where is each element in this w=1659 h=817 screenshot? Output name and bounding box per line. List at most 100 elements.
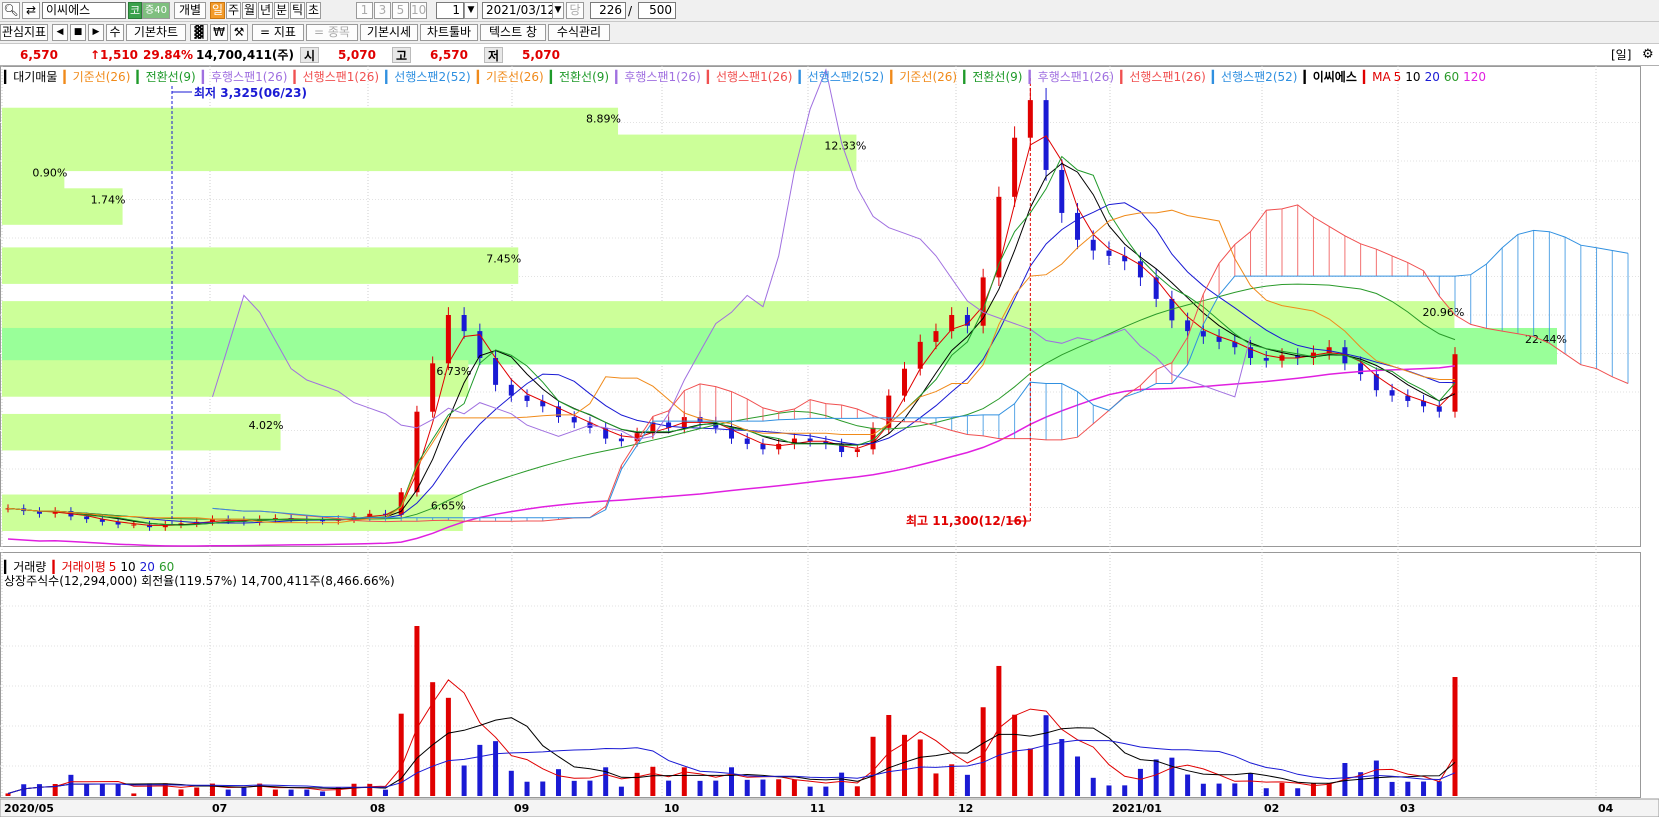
candle-body-67 [1059, 169, 1065, 213]
legend-item-14: ▎선행스팬1(26) [1120, 70, 1206, 84]
chart-toolbar-button[interactable]: 차트툴바 [420, 24, 478, 41]
period-tag: [일] [1611, 48, 1632, 62]
legend-volume: ▎거래량 [4, 560, 47, 574]
legend-item-15: ▎선행스팬2(52) [1211, 70, 1298, 84]
volume-bar-68 [1075, 756, 1081, 796]
candle-body-56 [886, 395, 892, 428]
high-label: 고 [392, 47, 412, 63]
period-button-6[interactable]: 초 [306, 2, 321, 19]
volume-bar-56 [886, 714, 892, 796]
volume-bar-90 [1421, 781, 1427, 796]
volume-bar-74 [1169, 757, 1175, 796]
volume-profile-bar-7 [2, 360, 469, 397]
stop-icon[interactable]: ■ [70, 24, 86, 41]
volume-bar-30 [477, 744, 483, 796]
legend-item-12: ▎전환선(9) [963, 70, 1023, 84]
quote-bar: 6,570 ↑1,510 29.84% 14,700,411(주) 시 5,07… [0, 44, 1659, 66]
candle-body-31 [493, 357, 499, 385]
indicator-button[interactable]: = 지표 [252, 24, 304, 41]
stock-name-input[interactable]: 이씨에스 [42, 2, 126, 19]
watch-indicator-button[interactable]: 관심지표 [0, 24, 48, 41]
basic-chart-button[interactable]: 기본차트 [126, 24, 186, 41]
period-button-3[interactable]: 년 [258, 2, 273, 19]
text-window-button[interactable]: 텍스트 창 [480, 24, 546, 41]
candle-body-33 [524, 395, 530, 401]
count-current-input[interactable]: 226 [590, 2, 626, 19]
chevron-down-icon[interactable]: ▼ [464, 2, 478, 19]
candle-body-39 [618, 438, 624, 442]
volume-legend: ▎거래량 ▎거래이평 5 10 20 60 [4, 560, 178, 574]
volume-profile-label-7: 6.73% [436, 365, 471, 378]
volume-info: 상장주식수(12,294,000) 회전율(119.57%) 14,700,41… [4, 574, 395, 588]
interval-button-1[interactable]: 1 [356, 2, 373, 19]
volume-bar-72 [1137, 768, 1143, 796]
search-icon[interactable]: 🔍︎ [2, 2, 20, 19]
low-annotation: 최저 3,325(06/23) [194, 86, 307, 100]
basic-quote-button[interactable]: 기본시세 [360, 24, 418, 41]
candle-body-48 [760, 443, 766, 450]
date-chevron-down-icon[interactable]: ▼ [552, 2, 564, 19]
formula-manager-button[interactable]: 수식관리 [548, 24, 610, 41]
x-tick-2: 08 [370, 802, 385, 815]
stock-chart[interactable]: 2020/05 07 08 09 10 11 12 2021/01 02 03 04 8.89% 12.… [0, 66, 1659, 817]
view-mode-button[interactable]: 개별 [174, 2, 206, 19]
period-button-1[interactable]: 주 [226, 2, 241, 19]
volume-profile-label-6: 22.44% [1525, 333, 1567, 346]
volume-bar-8 [131, 793, 137, 796]
candle-body-29 [461, 315, 467, 332]
volume-bar-71 [1122, 785, 1128, 796]
candle-body-66 [1043, 100, 1049, 170]
volume-profile-label-8: 4.02% [249, 419, 284, 432]
interval-button-3[interactable]: 3 [374, 2, 391, 19]
period-button-4[interactable]: 분 [274, 2, 289, 19]
period-button-2[interactable]: 월 [242, 2, 257, 19]
settings-gear-icon[interactable]: ⚙ [1642, 47, 1654, 63]
volume-bar-20 [320, 791, 326, 796]
refresh-icon[interactable]: ⇄ [22, 2, 40, 19]
volume-profile-label-3: 1.74% [91, 193, 126, 206]
x-tick-1: 07 [212, 802, 227, 815]
period-button-0[interactable]: 일 [210, 2, 225, 19]
volume-bar-47 [744, 779, 750, 796]
high-annotation: 최고 11,300(12/16) [906, 514, 1028, 528]
volume-bar-12 [194, 787, 200, 796]
volume-bar-70 [1106, 785, 1112, 796]
stock-compare-button[interactable]: = 종목 [306, 24, 358, 41]
legend-item-9: ▎선행스팬1(26) [706, 70, 793, 84]
volume-bar-31 [493, 741, 499, 796]
won-icon[interactable]: ₩ [210, 24, 228, 41]
date-unit-button[interactable]: 당 [566, 2, 584, 19]
period-button-5[interactable]: 틱 [290, 2, 305, 19]
legend-item-7: ▎전환선(9) [549, 70, 610, 84]
x-tick-0: 2020/05 [4, 802, 54, 815]
interval-button-5[interactable]: 5 [392, 2, 409, 19]
volume-bar-17 [272, 789, 278, 796]
count-total-input[interactable]: 500 [638, 2, 676, 19]
low-label: 저 [484, 47, 504, 63]
candle-body-86 [1358, 363, 1364, 375]
legend-item-13: ▎후행스팬1(26) [1028, 70, 1115, 84]
next-arrow-icon[interactable]: ▶ [88, 24, 104, 41]
x-tick-4: 10 [664, 802, 680, 815]
trade-volume: 14,700,411(주) [196, 48, 294, 62]
x-tick-10: 04 [1598, 802, 1614, 815]
legend-ma-20: 20 [1424, 70, 1440, 84]
chart-toolbar: 관심지표 ◀ ■ ▶ 수 기본차트 ▓ ₩ ⚒ = 지표 = 종목 기본시세 차… [0, 22, 1659, 44]
interval-button-10[interactable]: 10 [410, 2, 427, 19]
x-tick-5: 11 [810, 802, 825, 815]
volume-bar-4 [68, 774, 74, 796]
candle-body-8 [131, 524, 137, 526]
candle-body-32 [508, 384, 514, 396]
interval-input[interactable]: 1 [436, 2, 464, 19]
current-price: 6,570 [20, 48, 58, 62]
volume-profile-bar-6 [2, 327, 1557, 365]
volume-bar-18 [288, 789, 294, 796]
chart-type-icon[interactable]: ▓ [190, 24, 208, 41]
price-legend: ▎대기매물 ▎기준선(26) ▎전환선(9) ▎후행스팬1(26) ▎선행스팬1(26)… [4, 70, 1490, 84]
tool-icon[interactable]: ⚒ [230, 24, 248, 41]
num-button[interactable]: 수 [106, 24, 124, 41]
prev-arrow-icon[interactable]: ◀ [52, 24, 68, 41]
candle-body-58 [917, 341, 923, 369]
volume-bar-52 [823, 786, 829, 796]
x-tick-8: 02 [1264, 802, 1279, 815]
